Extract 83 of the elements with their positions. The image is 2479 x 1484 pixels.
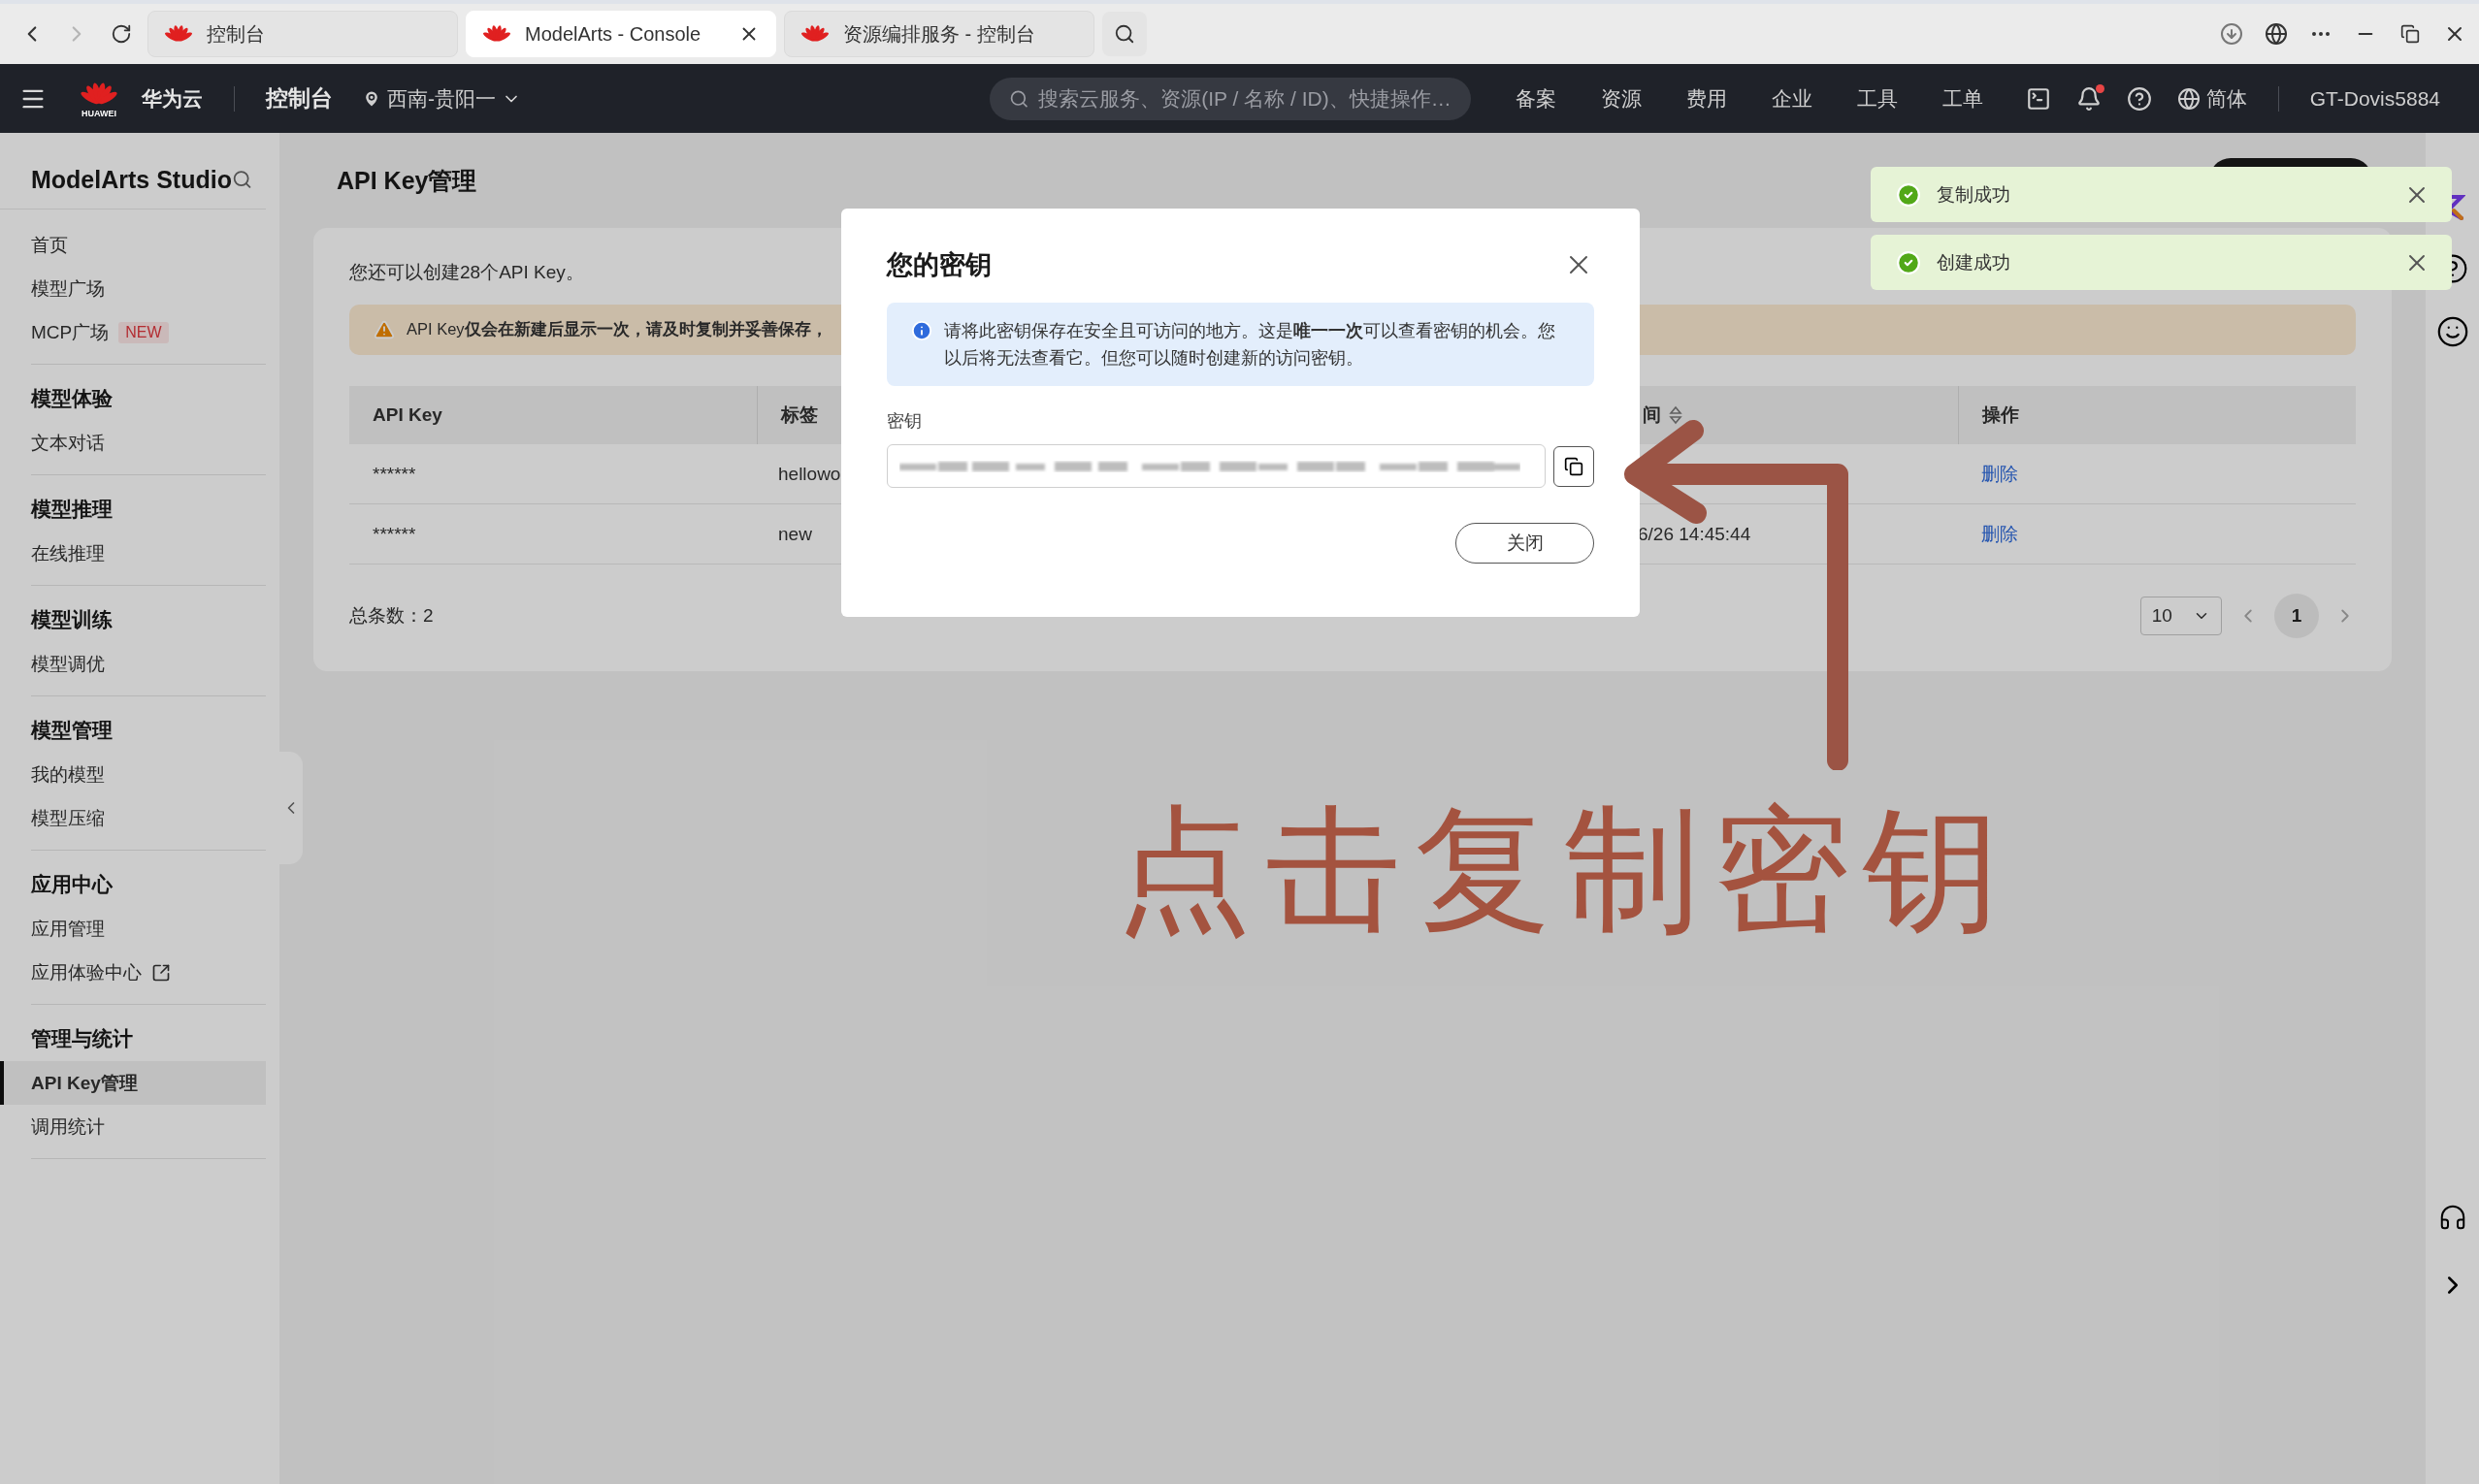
- nav-link[interactable]: 费用: [1685, 84, 1727, 113]
- delete-link[interactable]: 删除: [1981, 461, 2018, 487]
- logo-icon: [164, 23, 193, 45]
- success-toast: 复制成功: [1871, 167, 2452, 222]
- language-selector[interactable]: 简体: [2176, 84, 2247, 113]
- logo-icon: [482, 23, 511, 45]
- logo-icon: [800, 23, 830, 45]
- quota-note: 您还可以创建28个API Key。: [349, 261, 584, 284]
- column-header: API Key: [349, 386, 757, 444]
- page-title: API Key管理: [337, 165, 477, 196]
- studio-title: ModelArts Studio: [31, 165, 232, 194]
- table-cell: ******: [373, 463, 416, 485]
- browser-tab[interactable]: 资源编排服务 - 控制台: [784, 11, 1094, 57]
- sidebar-item[interactable]: 文本对话: [0, 421, 266, 465]
- bell-icon[interactable]: [2075, 85, 2102, 112]
- copy-icon: [1564, 456, 1583, 476]
- section-heading: 模型管理: [31, 718, 114, 743]
- sidebar-item[interactable]: 应用管理: [0, 907, 266, 951]
- copy-button[interactable]: [1553, 445, 1594, 487]
- help-icon[interactable]: [2126, 85, 2152, 112]
- warning-icon: [374, 319, 395, 340]
- sidebar-item[interactable]: API Key管理: [0, 1061, 266, 1105]
- total-count: 总条数：2: [349, 604, 434, 628]
- collapse-handle[interactable]: [279, 752, 303, 864]
- table-cell: ******: [373, 523, 416, 545]
- new-badge: NEW: [118, 321, 169, 343]
- sidebar-item[interactable]: MCP广场 NEW: [0, 310, 266, 354]
- key-field[interactable]: [887, 444, 1546, 488]
- search-button[interactable]: [1102, 12, 1147, 56]
- brand-name: 华为云: [142, 85, 203, 112]
- search-icon: [1114, 23, 1135, 45]
- table-cell: 6/26 14:45:44: [1638, 523, 1751, 545]
- reload-icon[interactable]: [111, 23, 132, 45]
- sidebar-item[interactable]: 应用体验中心: [0, 951, 266, 994]
- delete-link[interactable]: 删除: [1981, 521, 2018, 547]
- region-selector[interactable]: 西南-贵阳一: [362, 84, 521, 113]
- globe-icon: [2176, 86, 2201, 111]
- section-heading: 模型推理: [31, 497, 114, 522]
- page-button[interactable]: 1: [2274, 594, 2319, 638]
- download-icon[interactable]: [2220, 22, 2243, 46]
- sidebar-item[interactable]: 模型调优: [0, 642, 266, 686]
- field-label: 密钥: [887, 410, 923, 433]
- sidebar-item[interactable]: 在线推理: [0, 532, 266, 575]
- nav-link[interactable]: 资源: [1600, 84, 1642, 113]
- section-heading: 应用中心: [31, 872, 114, 897]
- restore-icon[interactable]: [2400, 24, 2420, 44]
- globe-icon[interactable]: [2265, 22, 2288, 46]
- user-name[interactable]: GT-Dovis5884: [2309, 86, 2440, 111]
- page-size-select[interactable]: 10: [2140, 597, 2222, 635]
- sidebar-item[interactable]: 模型广场: [0, 267, 266, 310]
- column-header: 操作: [1958, 386, 2356, 444]
- sidebar-item[interactable]: 我的模型: [0, 753, 266, 796]
- browser-tab[interactable]: ModelArts - Console: [466, 11, 776, 57]
- table-cell: new: [778, 523, 812, 545]
- dialog-title: 您的密钥: [887, 248, 992, 281]
- console-title[interactable]: 控制台: [266, 83, 333, 113]
- nav-link[interactable]: 工单: [1941, 84, 1983, 113]
- sort-icon[interactable]: [1669, 405, 1682, 425]
- sidebar-item[interactable]: 模型压缩: [0, 796, 266, 840]
- nav-link[interactable]: 备案: [1515, 84, 1556, 113]
- nav-link[interactable]: 工具: [1856, 84, 1898, 113]
- table-cell: hellowo: [778, 463, 841, 485]
- smiley-icon[interactable]: [2435, 315, 2469, 348]
- section-heading: 模型体验: [31, 386, 114, 411]
- check-icon: [1896, 181, 1921, 208]
- sidebar-item[interactable]: 调用统计: [0, 1105, 266, 1148]
- info-icon: [911, 320, 932, 341]
- sidebar-item[interactable]: 首页: [0, 223, 266, 267]
- external-link-icon: [151, 962, 171, 983]
- annotation-text: 点击复制密钥: [1116, 802, 2012, 938]
- logo-caption: HUAWEI: [82, 108, 116, 118]
- terminal-icon[interactable]: [2025, 85, 2051, 112]
- check-icon: [1896, 249, 1921, 275]
- warning-text: API Key仅会在新建后显示一次，请及时复制并妥善保存，: [407, 319, 828, 339]
- close-button[interactable]: 关闭: [1455, 523, 1594, 564]
- info-text: 请将此密钥保存在安全且可访问的地方。这是唯一一次可以查看密钥的机会。您以后将无法查看它。但您可以随时创建新的访问密钥。: [944, 320, 1556, 370]
- browser-tab[interactable]: 控制台: [147, 11, 458, 57]
- section-heading: 模型训练: [31, 607, 114, 632]
- success-toast: 创建成功: [1871, 235, 2452, 290]
- search-icon: [1008, 87, 1029, 110]
- nav-link[interactable]: 企业: [1771, 84, 1812, 113]
- search-field[interactable]: 搜索云服务、资源(IP / 名称 / ID)、快捷操作…: [989, 77, 1471, 120]
- section-heading: 管理与统计: [31, 1026, 134, 1051]
